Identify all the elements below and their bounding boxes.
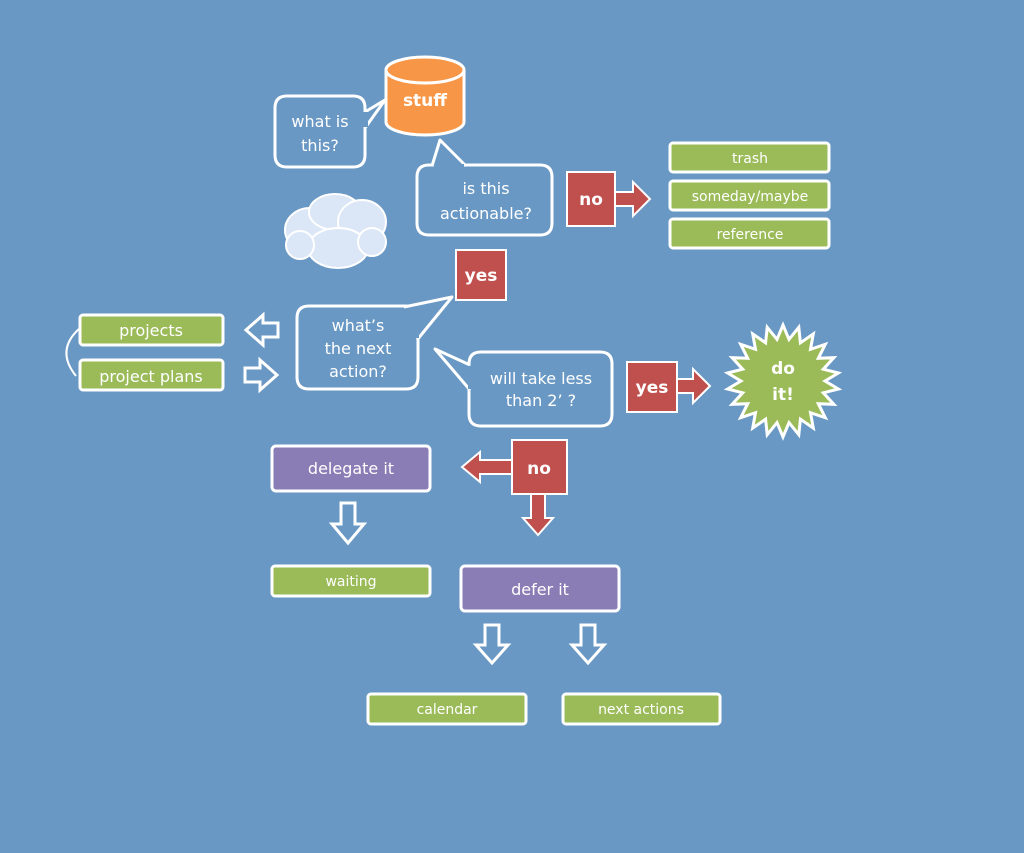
arrow-right-icon <box>243 356 280 394</box>
defer-it-box: defer it <box>459 564 621 613</box>
cloud-icon <box>284 193 387 269</box>
svg-text:it!: it! <box>772 385 794 405</box>
projects-box: projects <box>78 313 225 347</box>
svg-text:no: no <box>527 459 551 479</box>
svg-text:the next: the next <box>325 339 392 358</box>
is-actionable-bubble: is this actionable? <box>415 138 554 237</box>
svg-text:yes: yes <box>465 266 498 286</box>
svg-text:what’s: what’s <box>332 316 385 335</box>
svg-text:calendar: calendar <box>417 702 478 718</box>
svg-text:will take less: will take less <box>490 369 592 388</box>
two-minute-bubble: will take less than 2’ ? <box>433 347 614 428</box>
next-actions-box: next actions <box>561 692 722 726</box>
stuff-label: stuff <box>403 91 447 111</box>
no-two-minute-decision: no <box>460 439 568 537</box>
arrow-down-icon <box>472 623 512 666</box>
svg-text:delegate it: delegate it <box>308 459 394 478</box>
gtd-workflow-diagram: stuff what is this? is this actionable? … <box>65 55 843 726</box>
arrow-down-icon <box>568 623 608 666</box>
svg-text:do: do <box>771 359 795 379</box>
svg-text:projects: projects <box>119 321 183 340</box>
trash-box: trash <box>668 141 831 174</box>
svg-text:trash: trash <box>732 151 768 167</box>
project-plans-box: project plans <box>78 358 225 392</box>
svg-text:action?: action? <box>329 362 387 381</box>
someday-maybe-box: someday/maybe <box>668 179 831 212</box>
arrow-down-icon <box>328 501 368 546</box>
svg-text:defer it: defer it <box>511 580 569 599</box>
waiting-box: waiting <box>270 564 432 598</box>
svg-text:next actions: next actions <box>598 702 684 718</box>
svg-text:what is: what is <box>291 112 348 131</box>
svg-text:reference: reference <box>717 227 784 243</box>
stuff-bucket: stuff <box>384 55 466 137</box>
calendar-box: calendar <box>366 692 528 726</box>
svg-text:is this: is this <box>462 179 509 198</box>
svg-text:than 2’ ?: than 2’ ? <box>506 391 576 410</box>
do-it-burst: do it! <box>723 321 843 441</box>
svg-text:waiting: waiting <box>325 574 376 590</box>
svg-text:actionable?: actionable? <box>440 204 532 223</box>
svg-text:project plans: project plans <box>99 367 203 386</box>
yes-two-minute-decision: yes <box>626 361 712 413</box>
delegate-it-box: delegate it <box>270 444 432 493</box>
arrow-left-icon <box>243 311 280 349</box>
no-decision: no <box>566 171 652 227</box>
yes-decision: yes <box>455 249 507 301</box>
curved-arrow-icon <box>65 327 81 377</box>
svg-text:someday/maybe: someday/maybe <box>692 189 809 205</box>
svg-text:this?: this? <box>301 136 339 155</box>
reference-box: reference <box>668 217 831 250</box>
svg-text:yes: yes <box>636 378 669 398</box>
svg-text:no: no <box>579 190 603 210</box>
next-action-bubble: what’s the next action? <box>295 295 454 391</box>
what-is-this-bubble: what is this? <box>273 94 387 169</box>
